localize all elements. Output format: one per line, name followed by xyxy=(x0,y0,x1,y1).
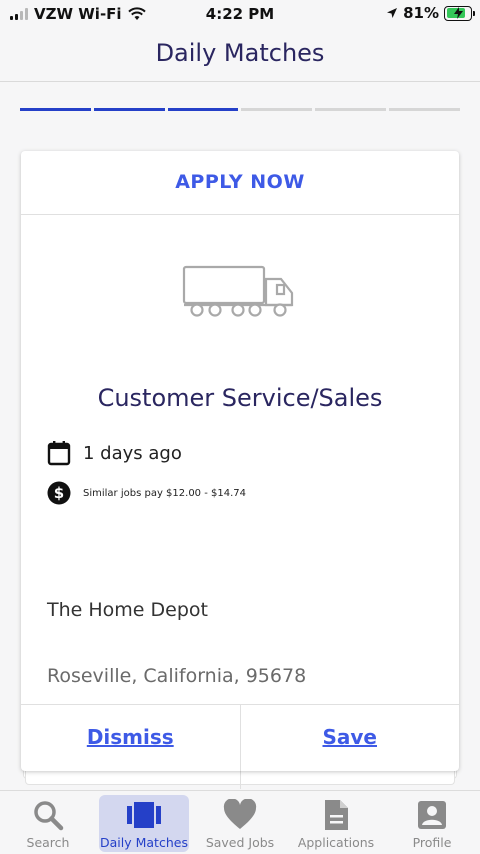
location-arrow-icon xyxy=(387,8,398,18)
svg-text:$: $ xyxy=(54,484,64,502)
progress-step xyxy=(20,108,91,111)
cards-icon xyxy=(127,802,161,828)
tab-daily-matches[interactable]: Daily Matches xyxy=(96,791,192,854)
profile-icon xyxy=(418,801,446,829)
battery-icon xyxy=(444,5,475,21)
dismiss-button[interactable]: Dismiss xyxy=(21,705,240,771)
tab-saved-jobs[interactable]: Saved Jobs xyxy=(192,791,288,854)
status-bar: VZW Wi-Fi 4:22 PM 81% xyxy=(0,0,480,28)
stacked-card-divider xyxy=(240,771,241,789)
progress-step xyxy=(167,108,239,111)
posted-row: 1 days ago xyxy=(47,440,182,466)
tab-label: Daily Matches xyxy=(100,835,188,850)
heart-icon xyxy=(223,799,257,829)
save-button[interactable]: Save xyxy=(239,705,460,771)
pay-row: $ Similar jobs pay $12.00 - $14.74 xyxy=(47,481,246,505)
tab-label: Applications xyxy=(297,835,375,850)
job-title: Customer Service/Sales xyxy=(97,384,383,412)
search-icon xyxy=(34,801,64,831)
page-title: Daily Matches xyxy=(0,28,480,82)
tab-label: Search xyxy=(26,835,70,850)
posted-date: 1 days ago xyxy=(83,442,182,464)
tab-search[interactable]: Search xyxy=(0,791,96,854)
job-location: Roseville, California, 95678 xyxy=(47,665,307,687)
truck-icon xyxy=(182,265,294,317)
tab-bar: Search Daily Matches Saved Jobs Applicat… xyxy=(0,790,480,854)
dollar-icon: $ xyxy=(47,481,71,505)
company-name: The Home Depot xyxy=(47,599,208,621)
pay-range: Similar jobs pay $12.00 - $14.74 xyxy=(83,487,246,499)
tab-applications[interactable]: Applications xyxy=(288,791,384,854)
progress-step xyxy=(389,108,460,111)
calendar-icon xyxy=(47,441,71,466)
job-card: APPLY NOW Customer Service/Sales 1 days … xyxy=(21,151,459,771)
progress-step xyxy=(315,108,387,111)
tab-profile[interactable]: Profile xyxy=(384,791,480,854)
tab-label: Saved Jobs xyxy=(205,835,275,850)
tab-label: Profile xyxy=(412,835,452,850)
progress-step xyxy=(93,108,165,111)
card-actions: Dismiss Save xyxy=(21,704,459,771)
daily-match-progress xyxy=(20,108,460,112)
apply-now-button[interactable]: APPLY NOW xyxy=(21,151,459,215)
document-icon xyxy=(325,800,348,830)
progress-step xyxy=(241,108,313,111)
battery-percent: 81% xyxy=(403,4,439,22)
